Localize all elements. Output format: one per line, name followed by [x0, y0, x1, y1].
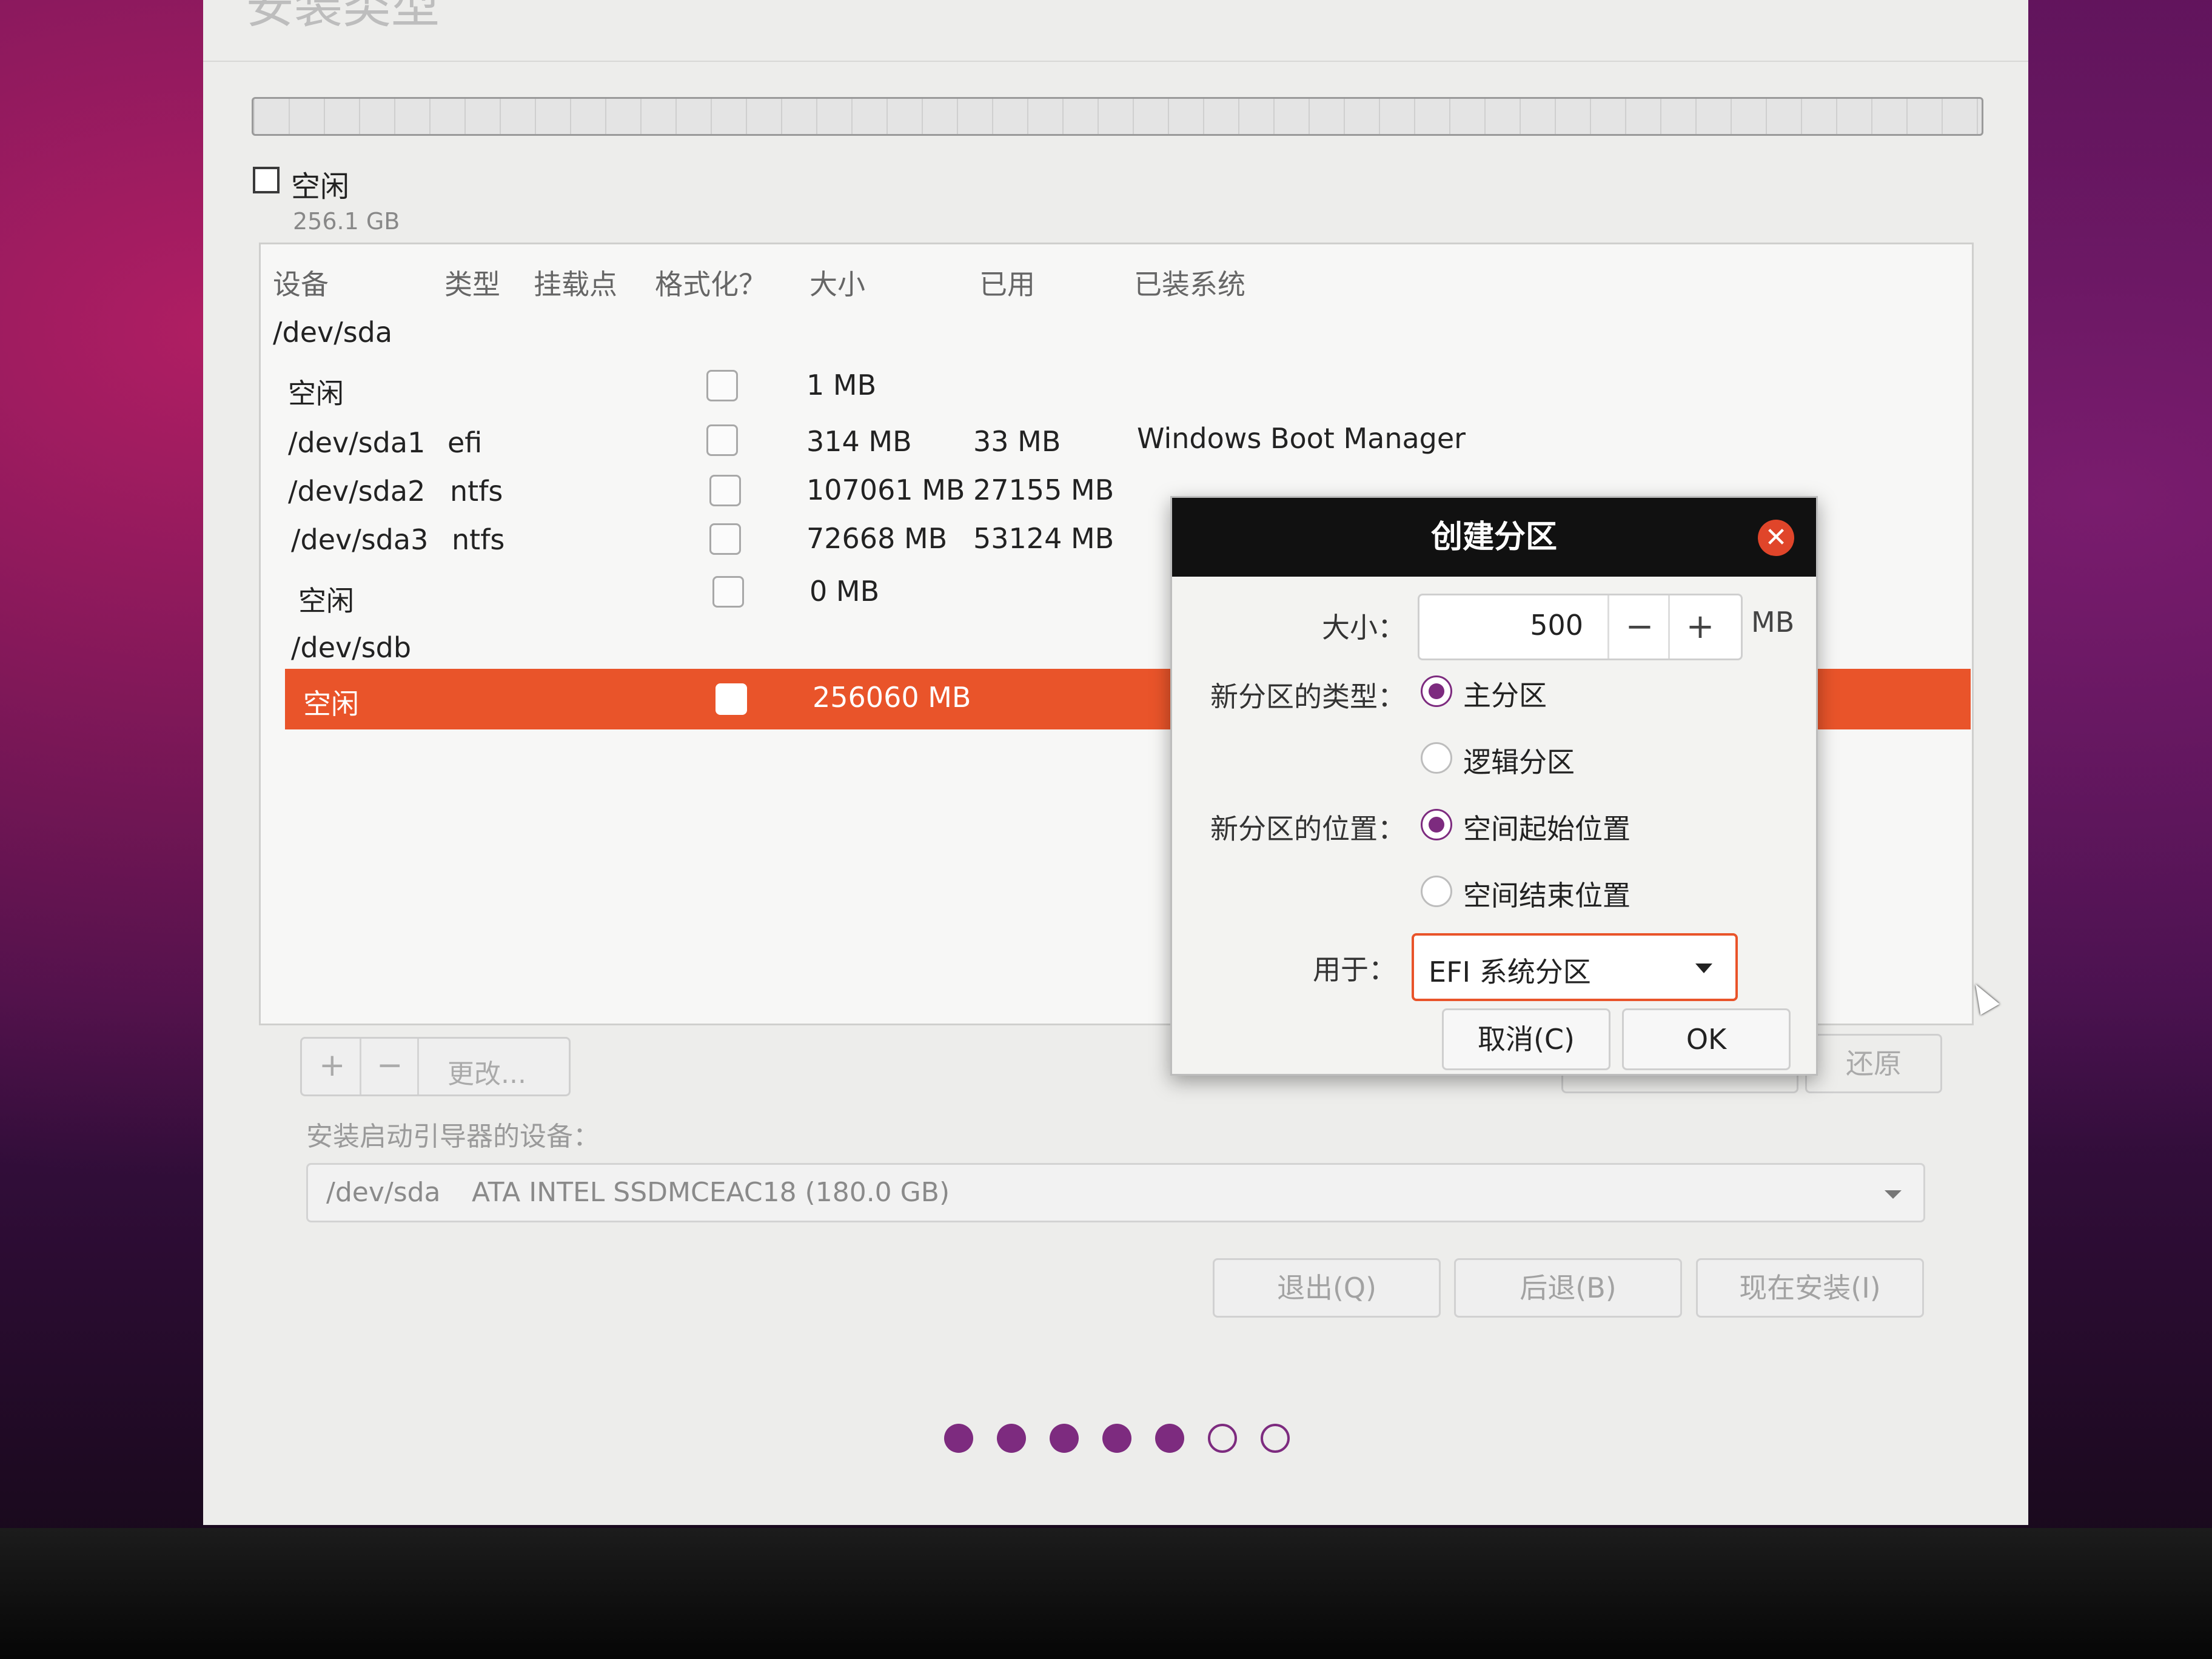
- table-row-type: ntfs: [450, 475, 503, 508]
- size-spinner[interactable]: 500 − +: [1418, 594, 1743, 660]
- table-row-type: efi: [447, 426, 483, 459]
- col-header-system: 已装系统: [1134, 268, 1245, 301]
- caret-down-icon: [1695, 964, 1712, 973]
- back-button[interactable]: 后退(B): [1454, 1258, 1682, 1318]
- bootloader-device-label: 安装启动引导器的设备：: [306, 1121, 600, 1152]
- table-row-size: 314 MB: [806, 425, 912, 458]
- radio-end[interactable]: [1421, 876, 1452, 907]
- format-checkbox[interactable]: [709, 523, 741, 555]
- partition-location-label: 新分区的位置：: [1210, 813, 1406, 845]
- monitor-bezel: [0, 1528, 2212, 1659]
- dialog-title: 创建分区: [1172, 498, 1816, 577]
- table-row-device[interactable]: /dev/sda1: [288, 426, 425, 459]
- restore-button[interactable]: 还原: [1805, 1034, 1942, 1093]
- table-row-device[interactable]: 空闲: [298, 579, 354, 619]
- cancel-button[interactable]: 取消(C): [1442, 1008, 1610, 1070]
- progress-dot-done: [1050, 1424, 1079, 1453]
- decrement-button[interactable]: −: [1607, 595, 1670, 659]
- create-partition-dialog: 创建分区 ✕ 大小： 500 − + MB 新分区的类型： 主分区 逻辑分区 新…: [1170, 496, 1818, 1076]
- close-icon[interactable]: ✕: [1758, 520, 1794, 556]
- table-row-used: 27155 MB: [973, 474, 1114, 506]
- bootloader-device-select[interactable]: /dev/sda ATA INTEL SSDMCEAC18 (180.0 GB): [306, 1163, 1925, 1222]
- format-checkbox[interactable]: [706, 424, 738, 456]
- table-row-type: ntfs: [452, 523, 505, 556]
- format-checkbox[interactable]: [706, 370, 738, 401]
- legend-size: 256.1 GB: [293, 208, 400, 235]
- toolbar-divider: [417, 1039, 419, 1094]
- table-row-size: 107061 MB: [806, 474, 965, 506]
- col-header-type: 类型: [444, 268, 500, 301]
- change-partition-button[interactable]: 更改...: [447, 1052, 526, 1091]
- use-as-value: EFI 系统分区: [1429, 956, 1591, 988]
- col-header-mount: 挂载点: [534, 268, 617, 301]
- table-row-used: 53124 MB: [973, 522, 1114, 555]
- free-space-legend-swatch: [253, 167, 280, 193]
- size-input[interactable]: 500: [1419, 609, 1583, 642]
- progress-dot-pending: [1208, 1424, 1237, 1453]
- col-header-device: 设备: [273, 268, 329, 301]
- col-header-format: 格式化？: [655, 268, 766, 301]
- size-label: 大小：: [1322, 611, 1406, 644]
- radio-primary[interactable]: [1421, 675, 1452, 707]
- progress-dot-done: [1102, 1424, 1131, 1453]
- table-row-device[interactable]: /dev/sda2: [288, 475, 425, 508]
- col-header-used: 已用: [979, 268, 1035, 301]
- table-row-disk-sdb[interactable]: /dev/sdb: [291, 631, 411, 664]
- table-row-size: 256060 MB: [813, 681, 971, 714]
- partition-toolbar: + − 更改...: [300, 1037, 571, 1096]
- partition-type-label: 新分区的类型：: [1210, 680, 1406, 713]
- ok-button[interactable]: OK: [1622, 1008, 1791, 1070]
- bootloader-device-name: /dev/sda: [326, 1177, 441, 1208]
- radio-start-label[interactable]: 空间起始位置: [1463, 807, 1631, 847]
- format-checkbox[interactable]: [709, 475, 741, 506]
- table-row-size: 72668 MB: [806, 522, 948, 555]
- disk-usage-bar: [252, 97, 1983, 136]
- install-now-button[interactable]: 现在安装(I): [1696, 1258, 1924, 1318]
- chevron-down-icon: [1885, 1190, 1902, 1199]
- remove-partition-button[interactable]: −: [377, 1047, 403, 1084]
- add-partition-button[interactable]: +: [319, 1047, 346, 1084]
- toolbar-divider: [360, 1039, 361, 1094]
- use-as-dropdown[interactable]: EFI 系统分区: [1412, 933, 1738, 1001]
- table-row-device: 空闲: [303, 688, 359, 720]
- radio-primary-label[interactable]: 主分区: [1463, 674, 1547, 714]
- progress-dot-done: [997, 1424, 1026, 1453]
- progress-dot-pending: [1261, 1424, 1290, 1453]
- col-header-size: 大小: [809, 268, 865, 301]
- table-row-system: Windows Boot Manager: [1137, 422, 1466, 455]
- legend-label: 空闲: [291, 170, 350, 204]
- window-title-bar: 安装类型: [203, 0, 2028, 62]
- radio-start[interactable]: [1421, 809, 1452, 840]
- table-row-used: 33 MB: [973, 425, 1061, 458]
- increment-button[interactable]: +: [1668, 595, 1731, 659]
- bootloader-device-desc: ATA INTEL SSDMCEAC18 (180.0 GB): [472, 1177, 950, 1208]
- radio-logical[interactable]: [1421, 742, 1452, 774]
- table-row-disk-sda[interactable]: /dev/sda: [273, 316, 392, 349]
- table-row-size: 1 MB: [806, 369, 877, 401]
- table-row-device[interactable]: 空闲: [288, 372, 344, 412]
- size-unit: MB: [1751, 606, 1795, 638]
- format-checkbox[interactable]: [712, 576, 744, 608]
- format-checkbox[interactable]: [716, 683, 747, 715]
- table-row-size: 0 MB: [809, 575, 880, 608]
- progress-dot-done: [1155, 1424, 1184, 1453]
- radio-end-label[interactable]: 空间结束位置: [1463, 874, 1631, 914]
- table-row-device[interactable]: /dev/sda3: [291, 523, 428, 556]
- quit-button[interactable]: 退出(Q): [1213, 1258, 1441, 1318]
- radio-logical-label[interactable]: 逻辑分区: [1463, 740, 1575, 780]
- window-title: 安装类型: [246, 0, 440, 34]
- progress-dot-done: [944, 1424, 973, 1453]
- use-as-label: 用于：: [1313, 953, 1396, 986]
